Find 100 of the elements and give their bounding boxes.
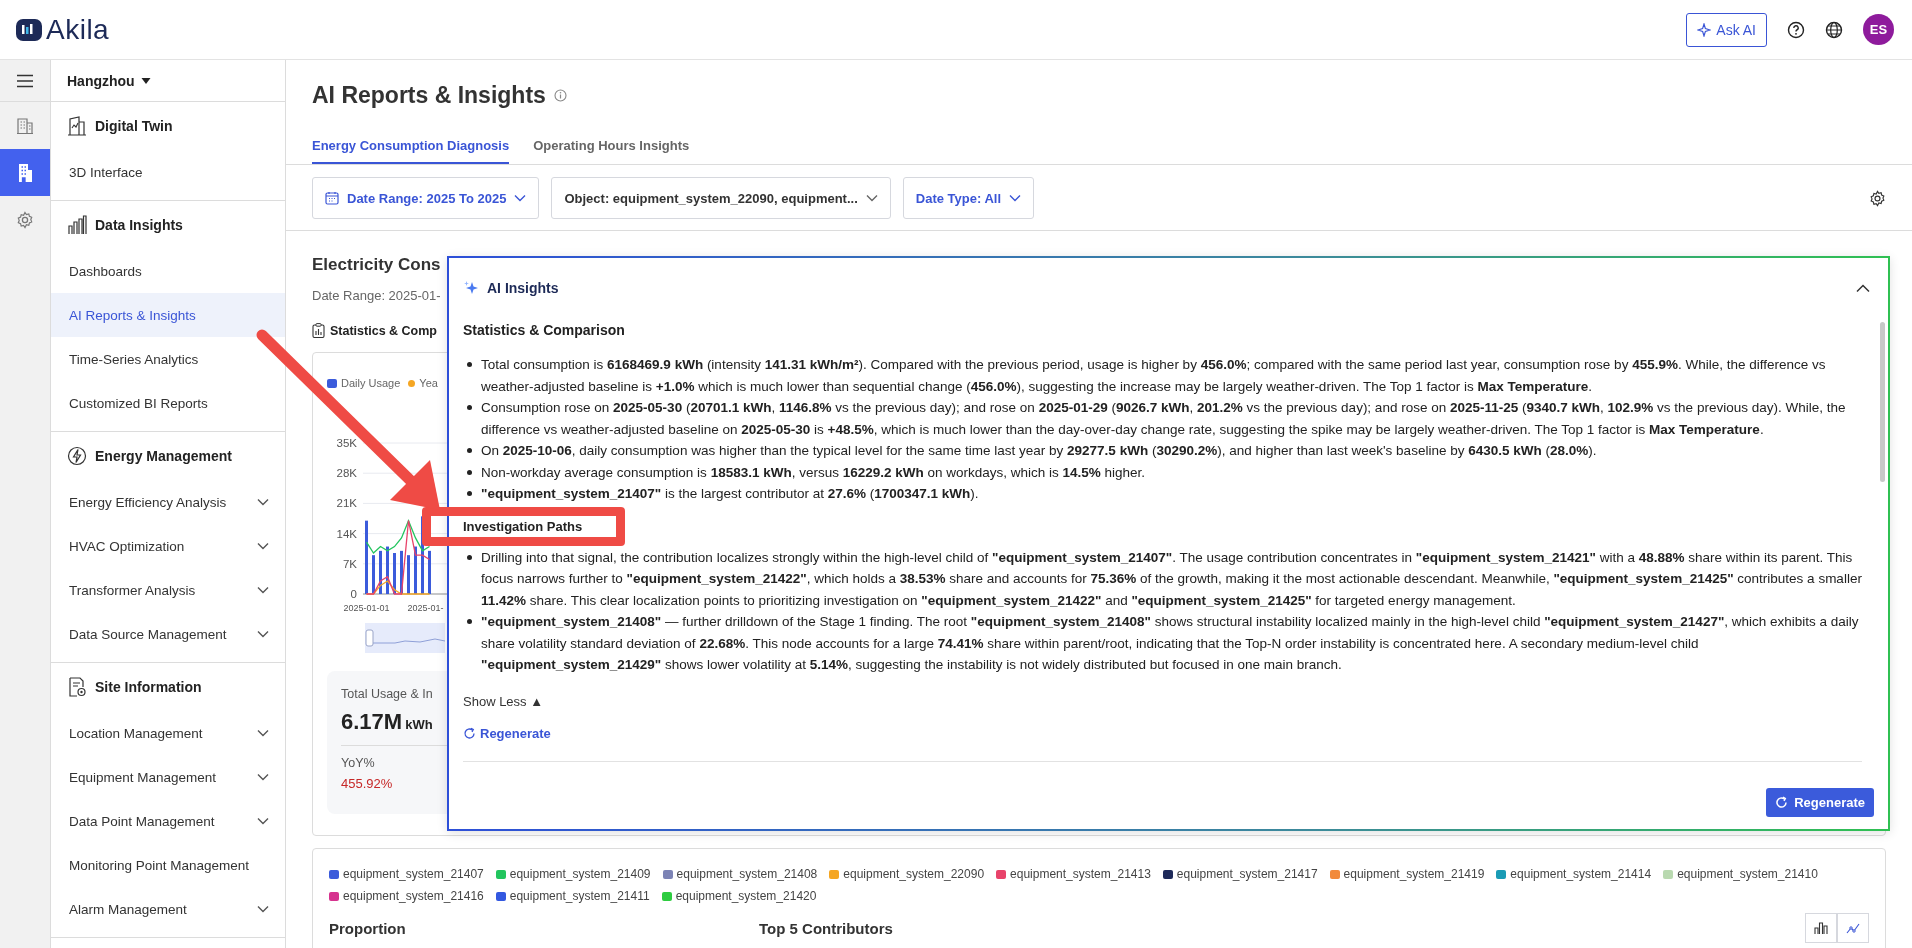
axis-label: 28K [336, 467, 357, 480]
bullet-dot [467, 554, 472, 560]
bullet-dot [467, 362, 472, 367]
insight-text: Drilling into that signal, the contribution localizes strongly within the high-level child of "equipment_system_21407". The usage contribution concentrates in "equipment_system_21421" with a 48.88% share within its parent. This focus narrows further to "equipment_system_21422", which holds a 38.53% share and accounts for 75.36% of the growth, making it the most actionable descendant. Meanwhile, "equipment_system_21425" contributes a smaller 11.42% share. This clear localization points to prioritizing investigation on "equipment_system_21422" and "equipment_system_21425" for targeted energy management. [481, 548, 1862, 610]
caret-down-icon[interactable] [140, 76, 151, 85]
chart-title: Top 5 Contributors [759, 919, 893, 937]
info-icon[interactable] [553, 88, 567, 102]
section-title: Statistics & Comp [330, 323, 437, 338]
bar [400, 550, 403, 594]
legend-label: equipment_system_21420 [675, 889, 817, 903]
bar-view-button[interactable] [1805, 913, 1837, 943]
user-avatar[interactable]: ES [1863, 14, 1894, 45]
filter-dropdown[interactable]: Object: equipment_system_22090, equipment... [551, 177, 891, 219]
legend-label: equipment_system_21411 [509, 889, 650, 903]
sparkle-icon [1697, 22, 1712, 37]
logo-icon [16, 18, 42, 41]
chevron-down-icon [514, 194, 527, 202]
section-title: Site Information [95, 679, 202, 695]
insight-text: Consumption rose on 2025-05-30 (20701.1 kWh, 1146.8% vs the previous day); and rose on 2025-01-29 (9026.7 kWh, 201.2% vs the previous day); and rose on 2025-11-25 (9340.7 kWh, 102.9% vs the previous day). While, the difference vs weather-adjusted baseline on 2025-05-30 is +48.5%, which is much lower than the day-over-day change rate, suggesting the spike may be largely weather-driven. The Top 1 factor is Max Temperature. [481, 399, 1847, 439]
axis-label: 35K [336, 437, 357, 449]
filter-dropdown[interactable]: Date Range: 2025 To 2025 [312, 177, 540, 219]
report-title: Electricity Cons [312, 254, 441, 276]
help-icon[interactable] [1787, 20, 1805, 39]
gear-icon [16, 210, 34, 229]
sidebar-item[interactable]: HVAC Optimization [51, 524, 285, 568]
chevron-icon [1856, 283, 1870, 293]
sidebar-item[interactable]: Data Point Management [51, 799, 285, 843]
legend-label: equipment_system_21419 [1343, 867, 1485, 881]
tab[interactable]: Energy Consumption Diagnosis [312, 138, 510, 164]
sidebar-item[interactable]: Data Source Management [51, 612, 285, 656]
location-selector[interactable]: Hangzhou [67, 72, 135, 89]
bullet-dot [467, 491, 472, 496]
regenerate-link[interactable]: Regenerate [463, 723, 551, 744]
sidebar-item[interactable]: 3D Interface [51, 150, 285, 194]
axis-label: 0 [350, 588, 357, 600]
bar-chart-icon [1814, 921, 1828, 935]
bar [379, 550, 382, 594]
bar [414, 546, 417, 594]
insight-text: On 2025-10-06, daily consumption was higher than the typical level for the same time last year by 29277.5 kWh (30290.2%), and higher than last week's baseline by 6430.5 kWh (28.0%). [481, 442, 1598, 460]
yoy-value: 455.92% [341, 776, 393, 791]
sidebar-item[interactable]: Transformer Analysis [51, 568, 285, 612]
insight-text: Total consumption is 6168469.9 kWh (intensity 141.31 kWh/m²). Compared with the previous period, usage is higher by 456.0%; compared with the same period last year, consumption rose by 455.9%. While, the difference vs weather-adjusted baseline is +1.0% which is much lower than sequential change (456.0%), suggesting the increase may be largely weather-driven. The Top 1 factor is Max Temperature. [481, 356, 1827, 396]
section-heading: Investigation Paths [463, 518, 583, 534]
ask-ai-button[interactable]: Ask AI [1686, 12, 1767, 47]
sidebar-item[interactable]: Customized BI Reports [51, 381, 285, 425]
calendar-icon [325, 191, 339, 205]
bullet-dot [467, 619, 472, 624]
date-range-text: Date Range: 2025-01- [312, 288, 441, 303]
bar [372, 555, 375, 594]
summary-label: YoY% [341, 756, 375, 770]
lightning-icon [67, 446, 87, 466]
clipboard-chart-icon [312, 323, 325, 338]
sidebar-item[interactable]: Time-Series Analytics [51, 337, 285, 381]
sidebar-item[interactable]: Dashboards [51, 249, 285, 293]
section-heading: Statistics & Comparison [463, 322, 625, 338]
tab[interactable]: Operating Hours Insights [533, 138, 690, 164]
legend-label: Yea [419, 377, 438, 389]
legend-label: equipment_system_21414 [1510, 867, 1652, 881]
regenerate-button[interactable]: Regenerate [1766, 787, 1874, 817]
legend-label: Daily Usage [341, 377, 401, 389]
section-title: Digital Twin [95, 118, 173, 134]
bar [386, 546, 389, 594]
section-title: Energy Management [95, 448, 232, 464]
bullet-dot [467, 448, 472, 453]
filter-dropdown[interactable]: Date Type: All [902, 177, 1035, 219]
section-title: Data Insights [95, 217, 183, 233]
office-building-icon [16, 162, 34, 183]
scrollbar[interactable] [1880, 322, 1885, 482]
sidebar-item[interactable]: Location Management [51, 711, 285, 755]
document-gear-icon [67, 677, 87, 697]
settings-icon[interactable] [1869, 189, 1886, 207]
axis-label: 14K [336, 527, 357, 540]
chevron-down-icon [865, 194, 878, 202]
sparkle-icon [463, 280, 479, 296]
logo-text: Akila [46, 13, 110, 46]
bullet-dot [467, 469, 472, 475]
bar [407, 555, 410, 594]
page-title: AI Reports & Insights [312, 81, 546, 110]
summary-value: 6.17M [341, 709, 403, 735]
sidebar-item[interactable]: AI Reports & Insights [51, 293, 285, 337]
axis-label: 21K [336, 497, 357, 510]
show-less-button[interactable]: Show Less ▲ [463, 691, 544, 712]
legend-label: equipment_system_21409 [509, 867, 651, 881]
sidebar-item[interactable]: Alarm Management [51, 887, 285, 931]
legend-label: equipment_system_21407 [343, 867, 484, 881]
legend-label: equipment_system_21413 [1010, 867, 1151, 881]
legend-label: equipment_system_21410 [1677, 867, 1818, 881]
axis-label: 2025-01-01 [343, 603, 390, 613]
sidebar-item[interactable]: Monitoring Point Management [51, 843, 285, 887]
axis-label: 7K [342, 557, 357, 570]
panel-title: AI Insights [487, 280, 559, 296]
bar [428, 550, 431, 594]
sidebar-item[interactable]: Energy Efficiency Analysis [51, 480, 285, 524]
summary-label: Total Usage & In [341, 687, 433, 701]
globe-icon[interactable] [1825, 20, 1843, 39]
unit-label: kWh [405, 717, 433, 732]
sidebar-item[interactable]: Equipment Management [51, 755, 285, 799]
rail-button[interactable] [0, 149, 50, 196]
legend-label: equipment_system_22090 [843, 867, 985, 881]
menu-icon[interactable] [16, 73, 34, 88]
